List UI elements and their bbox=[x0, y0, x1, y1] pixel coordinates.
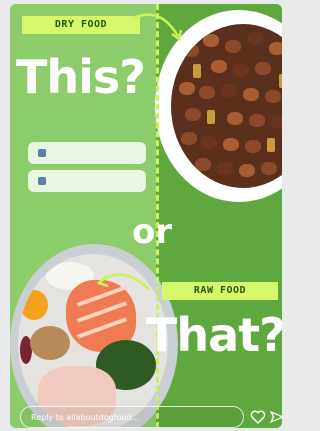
curved-arrow-icon bbox=[96, 273, 151, 291]
poll-checkbox-icon bbox=[38, 177, 46, 185]
headline-or: or bbox=[132, 212, 173, 252]
dry-food-tag: DRY FOOD bbox=[22, 16, 140, 34]
headline-that: That? bbox=[146, 308, 282, 362]
kibble bbox=[171, 24, 282, 188]
heart-icon[interactable] bbox=[250, 409, 266, 425]
send-icon[interactable] bbox=[270, 410, 282, 424]
raw-food-tag: RAW FOOD bbox=[162, 282, 278, 300]
story-frame: DRY FOOD RAW FOOD This? or That? Reply t… bbox=[10, 4, 282, 428]
poll-option-2[interactable] bbox=[28, 170, 146, 192]
poll-option-1[interactable] bbox=[28, 142, 146, 164]
reply-input[interactable]: Reply to allaboutdogfood... bbox=[20, 406, 244, 428]
curved-arrow-icon bbox=[133, 13, 183, 42]
headline-this: This? bbox=[16, 50, 146, 104]
poll-checkbox-icon bbox=[38, 149, 46, 157]
